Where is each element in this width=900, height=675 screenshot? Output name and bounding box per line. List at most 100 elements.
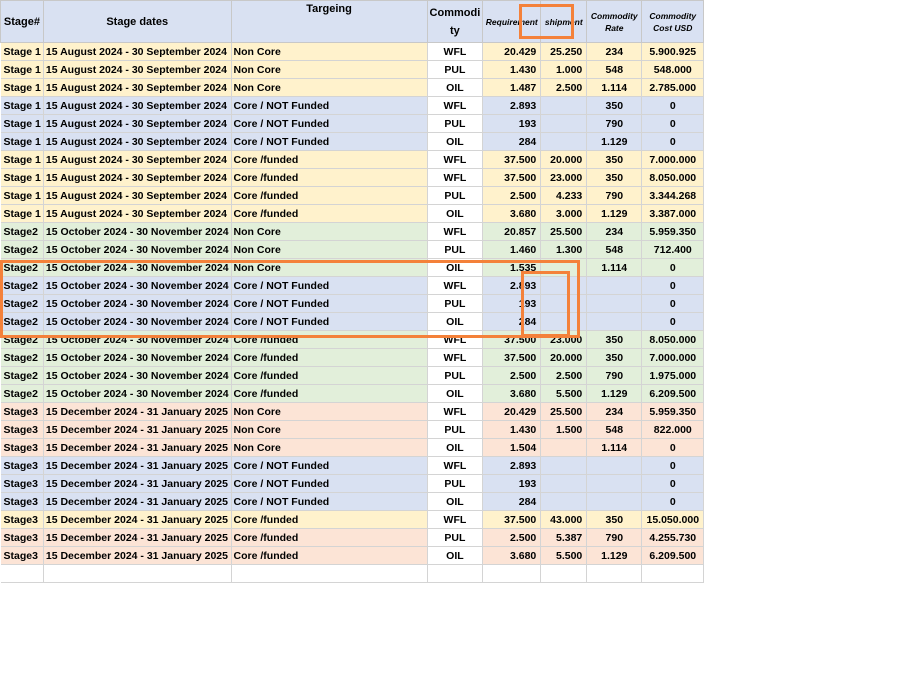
stage-cell[interactable]: Stage 1	[0, 78, 44, 97]
dates-cell[interactable]: 15 August 2024 - 30 September 2024	[43, 204, 232, 223]
targeting-cell[interactable]: Non Core	[231, 402, 428, 421]
dates-cell[interactable]: 15 December 2024 - 31 January 2025	[43, 456, 232, 475]
cost-cell[interactable]: 3.387.000	[641, 204, 705, 223]
shipment-cell[interactable]	[540, 474, 588, 493]
shipment-cell[interactable]	[540, 492, 588, 511]
header-targeting[interactable]: Targeing	[230, 0, 428, 43]
cost-cell[interactable]: 0	[641, 132, 705, 151]
dates-cell[interactable]: 15 August 2024 - 30 September 2024	[43, 186, 232, 205]
requirement-cell[interactable]: 20.429	[482, 402, 542, 421]
rate-cell[interactable]: 548	[586, 240, 643, 259]
requirement-cell[interactable]: 1.487	[482, 78, 542, 97]
rate-cell[interactable]	[586, 474, 643, 493]
cost-cell[interactable]: 6.209.500	[641, 384, 705, 403]
header-stage-dates[interactable]: Stage dates	[42, 0, 232, 43]
stage-cell[interactable]: Stage 1	[0, 42, 44, 61]
rate-cell[interactable]: 350	[586, 348, 643, 367]
targeting-cell[interactable]: Core / NOT Funded	[231, 294, 428, 313]
requirement-cell[interactable]: 1.430	[482, 420, 542, 439]
requirement-cell[interactable]: 193	[482, 294, 542, 313]
stage-cell[interactable]: Stage3	[0, 546, 44, 565]
header-requirement[interactable]: Requirement	[482, 0, 542, 43]
dates-cell[interactable]: 15 October 2024 - 30 November 2024	[43, 258, 232, 277]
rate-cell[interactable]: 350	[586, 330, 643, 349]
stage-cell[interactable]: Stage 1	[0, 114, 44, 133]
cost-cell[interactable]: 0	[641, 258, 705, 277]
cost-cell[interactable]: 0	[641, 276, 705, 295]
targeting-cell[interactable]: Non Core	[231, 438, 428, 457]
dates-cell[interactable]: 15 October 2024 - 30 November 2024	[43, 294, 232, 313]
commodity-cell[interactable]: WFL	[427, 402, 484, 421]
targeting-cell[interactable]: Non Core	[231, 78, 428, 97]
cost-cell[interactable]: 5.959.350	[641, 402, 705, 421]
requirement-cell[interactable]: 2.893	[482, 456, 542, 475]
shipment-cell[interactable]	[540, 132, 588, 151]
cost-cell[interactable]: 8.050.000	[641, 168, 705, 187]
commodity-cell[interactable]: WFL	[427, 510, 484, 529]
targeting-cell[interactable]: Non Core	[231, 42, 428, 61]
requirement-cell[interactable]: 1.460	[482, 240, 542, 259]
cost-cell[interactable]: 7.000.000	[641, 348, 705, 367]
commodity-cell[interactable]: OIL	[427, 78, 484, 97]
stage-cell[interactable]: Stage 1	[0, 168, 44, 187]
cost-cell[interactable]: 0	[641, 492, 705, 511]
shipment-cell[interactable]: 5.500	[540, 546, 588, 565]
requirement-cell[interactable]: 284	[482, 492, 542, 511]
shipment-cell[interactable]: 5.387	[540, 528, 588, 547]
shipment-cell[interactable]	[540, 312, 588, 331]
stage-cell[interactable]: Stage2	[0, 312, 44, 331]
commodity-cell[interactable]: OIL	[427, 132, 484, 151]
header-shipment[interactable]: shipment	[540, 0, 588, 43]
rate-cell[interactable]	[586, 456, 643, 475]
commodity-cell[interactable]: PUL	[427, 60, 484, 79]
shipment-cell[interactable]: 4.233	[540, 186, 588, 205]
targeting-cell[interactable]: Core /funded	[231, 348, 428, 367]
dates-cell[interactable]: 15 October 2024 - 30 November 2024	[43, 348, 232, 367]
commodity-cell[interactable]: PUL	[427, 474, 484, 493]
requirement-cell[interactable]: 2.893	[482, 276, 542, 295]
rate-cell[interactable]: 790	[586, 186, 643, 205]
cost-cell[interactable]: 8.050.000	[641, 330, 705, 349]
rate-cell[interactable]: 350	[586, 510, 643, 529]
cost-cell[interactable]: 4.255.730	[641, 528, 705, 547]
rate-cell[interactable]	[586, 312, 643, 331]
stage-cell[interactable]: Stage 1	[0, 186, 44, 205]
targeting-cell[interactable]: Non Core	[231, 420, 428, 439]
dates-cell[interactable]: 15 October 2024 - 30 November 2024	[43, 240, 232, 259]
cost-cell[interactable]: 0	[641, 456, 705, 475]
targeting-cell[interactable]: Core / NOT Funded	[231, 492, 428, 511]
commodity-cell[interactable]: PUL	[427, 114, 484, 133]
requirement-cell[interactable]: 284	[482, 312, 542, 331]
commodity-cell[interactable]: OIL	[427, 492, 484, 511]
dates-cell[interactable]: 15 December 2024 - 31 January 2025	[43, 492, 232, 511]
rate-cell[interactable]: 790	[586, 528, 643, 547]
targeting-cell[interactable]: Core /funded	[231, 510, 428, 529]
commodity-cell[interactable]: OIL	[427, 312, 484, 331]
rate-cell[interactable]: 350	[586, 150, 643, 169]
dates-cell[interactable]: 15 December 2024 - 31 January 2025	[43, 510, 232, 529]
stage-cell[interactable]: Stage 1	[0, 60, 44, 79]
rate-cell[interactable]: 1.129	[586, 204, 643, 223]
empty-cell[interactable]	[231, 564, 428, 583]
targeting-cell[interactable]: Core /funded	[231, 150, 428, 169]
cost-cell[interactable]: 0	[641, 114, 705, 133]
stage-cell[interactable]: Stage3	[0, 492, 44, 511]
stage-cell[interactable]: Stage2	[0, 258, 44, 277]
commodity-cell[interactable]: WFL	[427, 96, 484, 115]
shipment-cell[interactable]: 1.000	[540, 60, 588, 79]
targeting-cell[interactable]: Core /funded	[231, 168, 428, 187]
empty-cell[interactable]	[0, 564, 44, 583]
requirement-cell[interactable]: 2.500	[482, 186, 542, 205]
shipment-cell[interactable]	[540, 258, 588, 277]
rate-cell[interactable]	[586, 294, 643, 313]
stage-cell[interactable]: Stage2	[0, 348, 44, 367]
cost-cell[interactable]: 0	[641, 474, 705, 493]
rate-cell[interactable]: 350	[586, 168, 643, 187]
dates-cell[interactable]: 15 August 2024 - 30 September 2024	[43, 42, 232, 61]
commodity-cell[interactable]: OIL	[427, 258, 484, 277]
commodity-cell[interactable]: OIL	[427, 384, 484, 403]
header-commodity-rate[interactable]: Commodity Rate	[586, 0, 643, 43]
header-commodity-cost[interactable]: Commodity Cost USD	[641, 0, 705, 43]
rate-cell[interactable]: 790	[586, 114, 643, 133]
requirement-cell[interactable]: 20.429	[482, 42, 542, 61]
